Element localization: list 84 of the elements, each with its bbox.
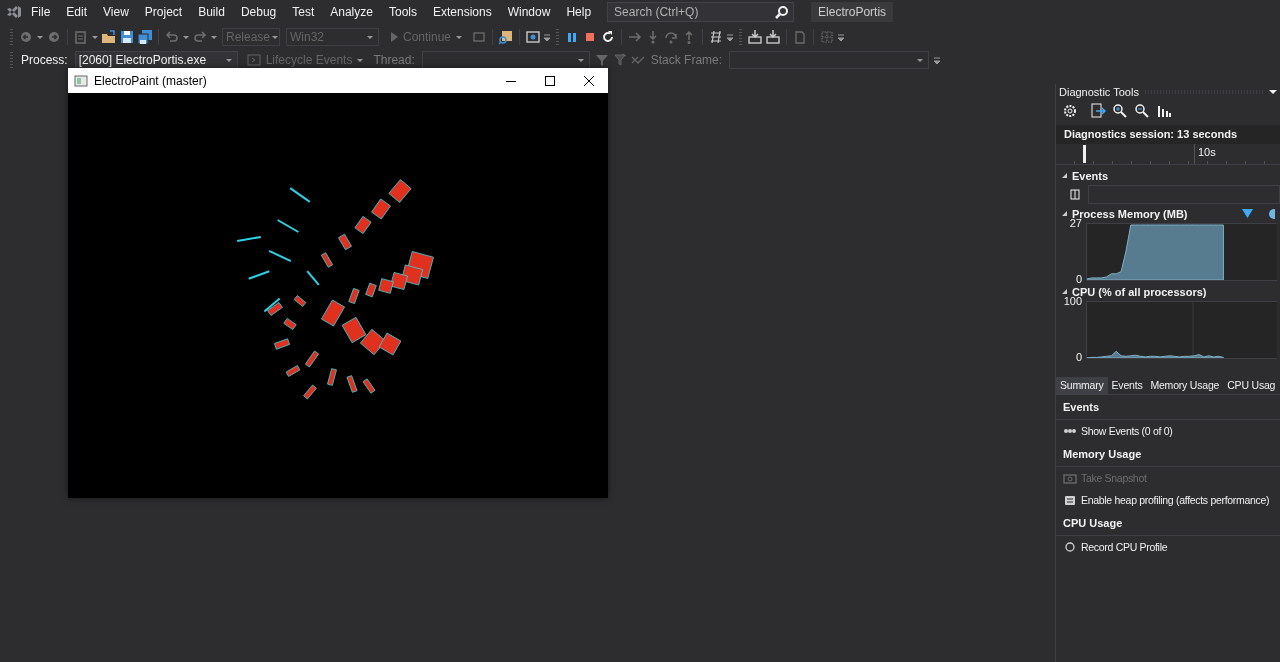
menu-item[interactable]: Debug (232, 2, 285, 22)
menu-item[interactable]: Extensions (425, 2, 500, 22)
menu-item[interactable]: Help (558, 2, 600, 22)
section-title: Events (1072, 169, 1109, 182)
action-link[interactable]: Record CPU Profile (1056, 536, 1280, 558)
section-title: CPU (% of all processors) (1072, 285, 1207, 298)
undo-icon[interactable] (164, 29, 180, 45)
forward-icon[interactable] (46, 29, 62, 45)
process-dropdown[interactable]: [2060] ElectroPortis.exe (74, 51, 238, 69)
open-folder-icon[interactable] (101, 29, 117, 45)
screen-icon[interactable] (525, 29, 542, 45)
panel-title: Diagnostic Tools (1059, 86, 1139, 98)
event-icon (245, 52, 262, 68)
expanded-icon[interactable] (1061, 172, 1068, 179)
menu-item[interactable]: Window (499, 2, 559, 22)
download-icon[interactable] (765, 29, 782, 45)
process-label: Process: (21, 53, 68, 67)
zoom-out-icon[interactable] (1134, 103, 1150, 119)
save-icon[interactable] (119, 29, 135, 45)
tab[interactable]: Events (1107, 377, 1147, 394)
solution-name: ElectroPortis (811, 2, 894, 22)
menu-item[interactable]: Test (284, 2, 323, 22)
step-over-icon[interactable] (663, 29, 680, 45)
action-link[interactable]: Enable heap profiling (affects performance) (1056, 489, 1280, 511)
timeline-ruler: 10s (1056, 144, 1280, 165)
overflow-icon[interactable] (726, 32, 735, 42)
section-title: Process Memory (MB) (1072, 207, 1188, 220)
menu-item[interactable]: Project (136, 2, 191, 22)
axis-tick-label: 27 (1069, 217, 1082, 230)
search-icon[interactable] (774, 5, 789, 19)
thread-label: Thread: (373, 53, 415, 67)
tab[interactable]: CPU Usag (1223, 377, 1280, 394)
find-in-files-icon[interactable] (498, 29, 515, 45)
snapshot-marker-icon (1242, 209, 1253, 218)
search-field[interactable]: Search (Ctrl+Q) (607, 2, 795, 22)
settings-icon[interactable] (1062, 103, 1078, 119)
export-icon[interactable] (1090, 103, 1106, 119)
app-icon (74, 73, 88, 88)
stack-frame-label: Stack Frame: (650, 53, 723, 67)
back-icon[interactable] (18, 29, 34, 45)
menu-item[interactable]: Analyze (322, 2, 381, 22)
tab[interactable]: Summary (1056, 377, 1108, 394)
dropdown-caret-icon[interactable] (1269, 90, 1277, 94)
download-icon[interactable] (747, 29, 764, 45)
tab[interactable]: Memory Usage (1146, 377, 1224, 394)
save-all-icon[interactable] (137, 29, 153, 45)
caret-icon[interactable] (36, 34, 44, 40)
camera-icon (1063, 472, 1077, 484)
close-icon (583, 75, 594, 86)
thread-dropdown[interactable] (421, 51, 590, 69)
expanded-icon[interactable] (1061, 210, 1068, 217)
caret-icon[interactable] (182, 34, 190, 40)
bar-chart-icon[interactable] (1156, 103, 1172, 119)
play-icon (389, 31, 399, 43)
menu-item[interactable]: Edit (58, 2, 96, 22)
caret-icon[interactable] (210, 34, 218, 40)
dropdown-caret-icon[interactable] (916, 57, 925, 63)
overflow-icon[interactable] (837, 32, 846, 42)
axis-tick-label: 100 (1063, 295, 1082, 308)
memory-chip-icon (1063, 494, 1077, 506)
overflow-icon[interactable] (543, 32, 552, 42)
section-heading: Events (1056, 397, 1280, 420)
section-heading: Memory Usage (1056, 444, 1280, 467)
session-duration: Diagnostics session: 13 seconds (1056, 125, 1280, 144)
action-link[interactable]: Show Events (0 of 0) (1056, 420, 1280, 442)
columns-icon[interactable] (1070, 188, 1080, 200)
section-heading: CPU Usage (1056, 513, 1280, 536)
expanded-icon[interactable] (1061, 288, 1068, 295)
maximize-icon (544, 75, 555, 86)
caret-icon[interactable] (91, 34, 99, 40)
dropdown-caret-icon[interactable] (576, 57, 585, 63)
redo-icon[interactable] (192, 29, 208, 45)
gc-marker-icon (1269, 208, 1275, 219)
menu-item[interactable]: File (23, 2, 59, 22)
axis-tick-label: 0 (1075, 272, 1082, 286)
record-icon (1063, 541, 1077, 553)
zoom-in-icon[interactable] (1112, 103, 1128, 119)
axis-tick-label: 0 (1075, 350, 1082, 364)
window-title: ElectroPaint (master) (94, 73, 208, 88)
app-logo-icon (5, 4, 23, 20)
menu-item[interactable]: Tools (380, 2, 425, 22)
overflow-icon[interactable] (933, 55, 942, 65)
menu-item[interactable]: Build (190, 2, 233, 22)
menu-item[interactable]: View (95, 2, 137, 22)
